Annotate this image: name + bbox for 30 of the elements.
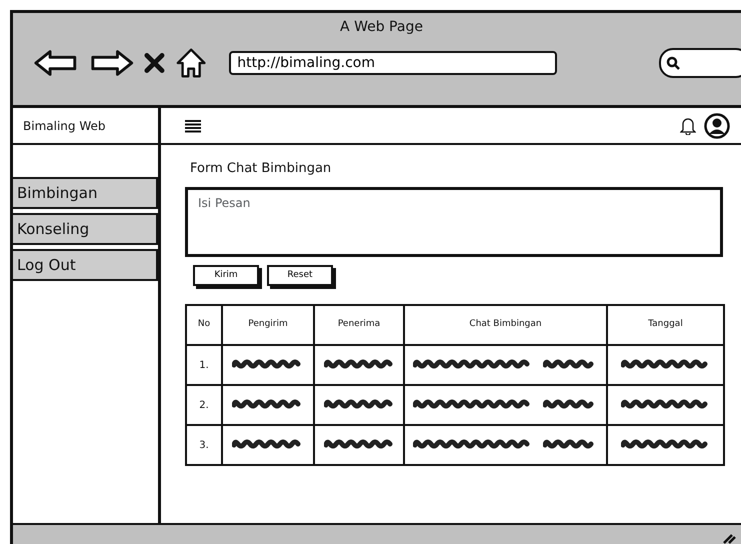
send-button[interactable]: Kirim xyxy=(193,264,259,286)
row-number: 3. xyxy=(199,440,209,450)
reset-button[interactable]: Reset xyxy=(267,264,333,286)
form-title: Form Chat Bimbingan xyxy=(190,160,332,178)
forward-icon[interactable] xyxy=(88,48,134,78)
sidebar-item[interactable]: Log Out xyxy=(13,249,158,281)
column-header: Chat Bimbingan xyxy=(469,319,542,330)
column-header: No xyxy=(198,319,210,330)
scribble-drawing xyxy=(324,358,394,369)
column-header: Penerima xyxy=(338,319,380,330)
sidebar-item[interactable]: Bimbingan xyxy=(13,177,158,209)
menu-icon[interactable] xyxy=(185,118,201,132)
home-icon[interactable] xyxy=(174,46,208,80)
close-icon[interactable] xyxy=(144,52,165,74)
row-number: 1. xyxy=(199,360,209,370)
row-number: 2. xyxy=(199,400,209,410)
scribble-drawing xyxy=(324,398,394,409)
scribble-drawing xyxy=(324,438,394,449)
column-header: Pengirim xyxy=(248,319,288,330)
search-icon xyxy=(666,56,680,70)
window-title: A Web Page xyxy=(340,19,423,35)
bell-icon[interactable] xyxy=(680,116,696,134)
sidebar-item[interactable]: Konseling xyxy=(13,213,158,245)
back-icon[interactable] xyxy=(33,48,79,78)
avatar-icon[interactable] xyxy=(704,112,730,138)
search-field[interactable] xyxy=(659,48,741,78)
message-field[interactable]: Isi Pesan xyxy=(185,186,723,256)
brand-name: Bimaling Web xyxy=(23,118,106,134)
column-header: Tanggal xyxy=(648,319,683,330)
address-field[interactable]: http://bimaling.com xyxy=(229,51,558,75)
